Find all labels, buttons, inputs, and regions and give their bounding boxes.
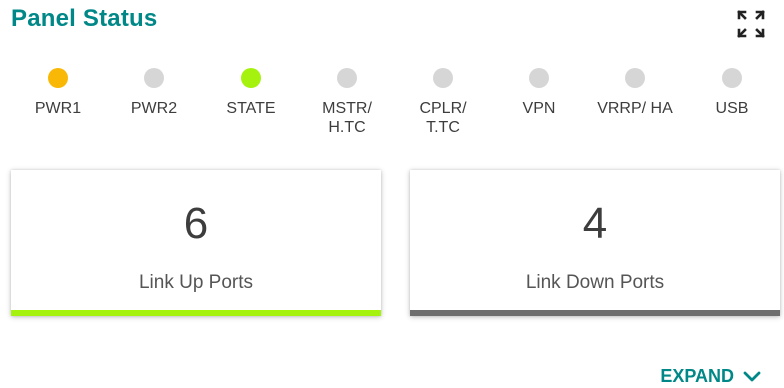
link-up-caption: Link Up Ports	[138, 272, 254, 293]
led-pwr2: PWR2	[106, 66, 202, 118]
led-usb: USB	[684, 66, 780, 118]
led-pwr1-dot	[48, 68, 68, 88]
led-vpn: VPN	[491, 66, 587, 118]
link-down-count: 4	[582, 199, 608, 248]
led-state-label: STATE	[226, 100, 276, 117]
led-indicator-row: PWR1 PWR2 STATE MSTR/ H.TC CPLR/ T.TC VP…	[10, 66, 780, 146]
led-vpn-dot	[529, 68, 549, 88]
led-cplr-ttc: CPLR/ T.TC	[395, 66, 491, 137]
led-mstr-htc-dot	[337, 68, 357, 88]
led-cplr-ttc-dot	[433, 68, 453, 88]
panel-title: Panel Status	[11, 5, 158, 32]
led-pwr2-label: PWR2	[130, 100, 178, 117]
led-vrrp-ha: VRRP/ HA	[587, 66, 683, 118]
led-vrrp-ha-label: VRRP/ HA	[597, 100, 673, 117]
led-vpn-label: VPN	[522, 100, 556, 117]
link-up-ports-card[interactable]: 6 Link Up Ports	[11, 170, 381, 316]
fullscreen-icon	[737, 10, 765, 38]
led-vrrp-ha-dot	[625, 68, 645, 88]
link-up-count: 6	[183, 199, 209, 248]
fullscreen-button[interactable]	[735, 8, 767, 40]
link-down-caption: Link Down Ports	[525, 272, 665, 293]
led-state: STATE	[203, 66, 299, 118]
led-cplr-ttc-label: CPLR/ T.TC	[419, 100, 467, 136]
led-mstr-htc-label: MSTR/ H.TC	[322, 100, 372, 136]
led-pwr1: PWR1	[10, 66, 106, 118]
led-state-dot	[241, 68, 261, 88]
led-usb-dot	[722, 68, 742, 88]
panel-status-widget: Panel Status PWR1 PWR2 STATE MSTR/ H.TC …	[0, 0, 784, 388]
led-usb-label: USB	[715, 100, 749, 117]
led-mstr-htc: MSTR/ H.TC	[299, 66, 395, 137]
expand-button[interactable]: EXPAND	[660, 366, 762, 387]
expand-label: EXPAND	[660, 366, 734, 386]
led-pwr1-label: PWR1	[34, 100, 82, 117]
led-pwr2-dot	[144, 68, 164, 88]
link-down-ports-card[interactable]: 4 Link Down Ports	[410, 170, 780, 316]
chevron-down-icon	[743, 371, 761, 381]
